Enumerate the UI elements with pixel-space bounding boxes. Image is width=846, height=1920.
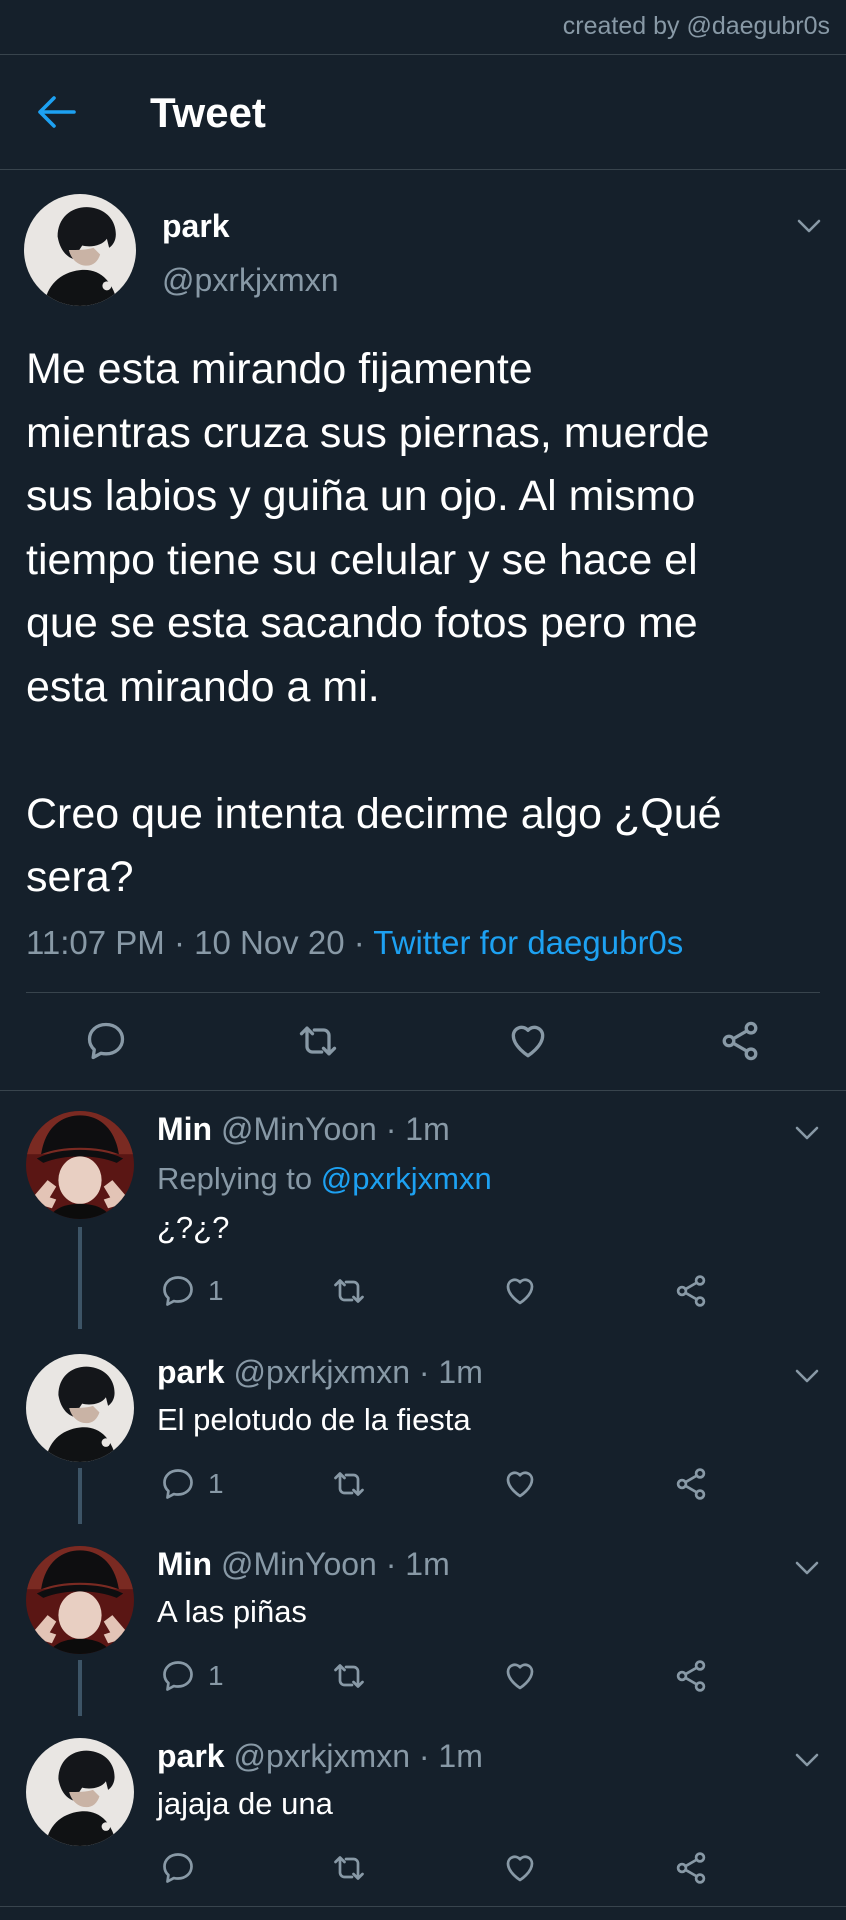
author-name[interactable]: park [162,208,230,245]
like-icon[interactable] [502,1850,538,1886]
replying-to-handle[interactable]: @pxrkjxmxn [321,1161,492,1196]
reply-header: park @pxrkjxmxn · 1m [157,1354,483,1391]
reply-actions: 1 [0,1658,846,1698]
reply-text: El pelotudo de la fiesta [157,1402,471,1437]
back-arrow-icon[interactable] [34,92,78,132]
like-icon[interactable] [502,1466,538,1502]
retweet-icon[interactable] [331,1273,367,1309]
avatar[interactable] [26,1111,134,1219]
retweet-icon[interactable] [331,1658,367,1694]
chevron-down-icon[interactable] [794,1125,820,1141]
reply-meta: @pxrkjxmxn · 1m [233,1354,483,1390]
reply-author-name[interactable]: park [157,1354,225,1390]
reply-icon[interactable] [160,1466,196,1502]
reply-author-name[interactable]: park [157,1738,225,1774]
main-tweet: park @pxrkjxmxn Me esta mirando fijament… [0,170,846,1091]
reply-text: ¿?¿? [157,1210,230,1245]
share-icon[interactable] [673,1273,709,1309]
share-icon[interactable] [673,1850,709,1886]
share-icon[interactable] [718,1019,762,1063]
tweet-timestamp: 11:07 PM · 10 Nov 20 · [26,924,374,961]
page-title: Tweet [150,89,266,136]
reply-actions: 1 [0,1273,846,1313]
reply-count: 1 [208,1468,224,1499]
reply-tweet[interactable]: park @pxrkjxmxn · 1m El pelotudo de la f… [0,1332,846,1524]
reply-author-name[interactable]: Min [157,1546,212,1582]
avatar[interactable] [26,1354,134,1462]
reply-actions [0,1850,846,1890]
tweet-meta: 11:07 PM · 10 Nov 20 · Twitter for daegu… [26,924,683,962]
retweet-icon[interactable] [296,1019,340,1063]
reply-header: park @pxrkjxmxn · 1m [157,1738,483,1775]
status-bar: created by @daegubr0s [0,0,846,55]
replying-to: Replying to @pxrkjxmxn [157,1161,492,1197]
reply-actions: 1 [0,1466,846,1506]
reply-meta: @MinYoon · 1m [220,1546,450,1582]
like-icon[interactable] [502,1658,538,1694]
tweet-actions [0,992,846,1090]
avatar[interactable] [26,1546,134,1654]
reply-count: 1 [208,1275,224,1306]
reply-author-name[interactable]: Min [157,1111,212,1147]
reply-icon[interactable] [160,1273,196,1309]
reply-text: jajaja de una [157,1786,333,1821]
avatar[interactable] [26,1738,134,1846]
reply-tweet[interactable]: Min @MinYoon · 1m A las piñas 1 [0,1524,846,1716]
avatar[interactable] [24,194,136,306]
header: Tweet [0,55,846,170]
reply-meta: @MinYoon · 1m [220,1111,450,1147]
reply-icon[interactable] [160,1658,196,1694]
reply-header: Min @MinYoon · 1m [157,1546,450,1583]
tweet-source-link[interactable]: Twitter for daegubr0s [373,924,683,961]
retweet-icon[interactable] [331,1466,367,1502]
chevron-down-icon[interactable] [794,1560,820,1576]
reply-tweet[interactable]: Min @MinYoon · 1m Replying to @pxrkjxmxn… [0,1089,846,1329]
chevron-down-icon[interactable] [794,1368,820,1384]
reply-icon[interactable] [84,1019,128,1063]
tweet-text: Me esta mirando fijamente mientras cruza… [26,345,722,901]
chevron-down-icon[interactable] [796,218,822,234]
reply-header: Min @MinYoon · 1m [157,1111,450,1148]
share-icon[interactable] [673,1658,709,1694]
reply-icon[interactable] [160,1850,196,1886]
like-icon[interactable] [502,1273,538,1309]
reply-meta: @pxrkjxmxn · 1m [233,1738,483,1774]
share-icon[interactable] [673,1466,709,1502]
divider [0,1906,846,1907]
reply-text: A las piñas [157,1594,307,1629]
retweet-icon[interactable] [331,1850,367,1886]
author-handle[interactable]: @pxrkjxmxn [162,262,339,299]
reply-tweet[interactable]: park @pxrkjxmxn · 1m jajaja de una [0,1716,846,1906]
like-icon[interactable] [506,1019,550,1063]
chevron-down-icon[interactable] [794,1752,820,1768]
reply-count: 1 [208,1660,224,1691]
credit-text: created by @daegubr0s [562,12,830,40]
replying-to-label: Replying to [157,1161,321,1196]
